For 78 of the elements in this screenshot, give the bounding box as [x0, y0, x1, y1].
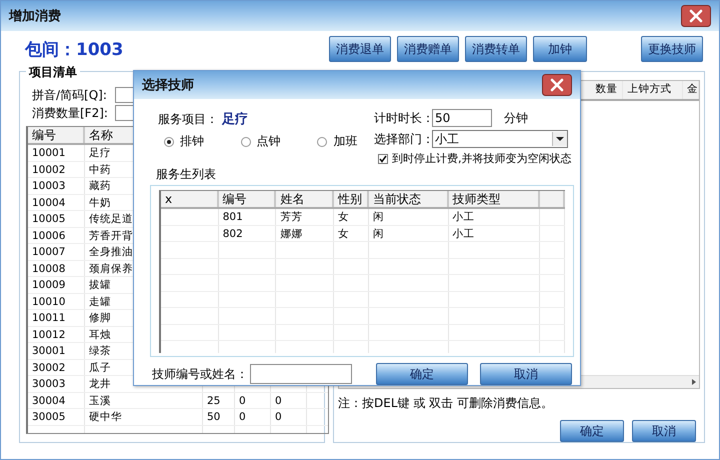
table-cell: 10004: [28, 194, 85, 210]
table-cell: 30004: [28, 392, 85, 408]
table-cell: 50: [203, 409, 235, 424]
dialog-button[interactable]: 取消: [480, 363, 572, 385]
note-text: 注：按DEL键 或 双击 可删除消费信息。: [338, 395, 554, 412]
dialog-button[interactable]: 确定: [560, 420, 624, 442]
change-technician-button[interactable]: 更换技师: [641, 36, 703, 62]
room-label: 包间：1003: [25, 38, 124, 60]
radio-button[interactable]: [164, 136, 174, 146]
table-cell: 小工: [448, 209, 540, 224]
table-cell: 硬中华: [85, 409, 203, 424]
table-cell: 0: [235, 392, 271, 408]
table-cell: 10010: [28, 294, 85, 309]
radio-button[interactable]: [240, 136, 251, 146]
field-label: 计时时长：: [374, 110, 428, 126]
table-cell: 0: [271, 409, 307, 424]
table-cell: 10012: [28, 326, 85, 342]
table-cell: 闲: [369, 226, 449, 241]
panel-title: 项目清单: [26, 64, 80, 81]
close-button[interactable]: [542, 74, 572, 96]
checkbox[interactable]: [378, 154, 388, 164]
table-cell: 女: [334, 209, 369, 224]
table-cell: 30005: [28, 409, 85, 424]
table-cell: 10009: [28, 277, 85, 292]
toolbar-button[interactable]: 加钟: [533, 36, 587, 62]
column-header: x: [161, 191, 219, 207]
toolbar-button[interactable]: 消费转单: [465, 36, 527, 62]
table-cell: 10007: [28, 244, 85, 260]
checkbox-label: 到时停止计费,并将技师变为空闲状态: [392, 151, 572, 166]
field-label: 消费数量[F2]:: [32, 104, 109, 122]
radio-label: 点钟: [256, 133, 281, 150]
column-header: 姓名: [276, 191, 334, 207]
table-cell: 10001: [28, 145, 85, 160]
table-cell: 小工: [448, 226, 540, 241]
field-label: 拼音/简码[Q]:: [32, 86, 108, 104]
table-cell: 0: [235, 409, 271, 424]
toolbar-button[interactable]: 消费退单: [329, 36, 391, 62]
dialog-title: 选择技师: [142, 77, 194, 94]
column-header: 性别: [334, 191, 369, 207]
column-header: 金: [683, 81, 699, 99]
column-header: 数量: [591, 81, 624, 99]
column-header: 当前状态: [369, 191, 449, 207]
table-cell: 10008: [28, 260, 85, 276]
table-cell: 女: [334, 226, 369, 241]
table-cell: 玉溪: [85, 392, 203, 408]
search-field[interactable]: [250, 364, 352, 384]
field-label: 选择部门：: [374, 130, 428, 148]
table-cell: 芳芳: [276, 209, 334, 224]
table-cell: 闲: [369, 209, 449, 224]
table-cell: 10002: [28, 162, 85, 177]
service-label: 服务项目：: [158, 110, 218, 128]
table-cell: 25: [203, 392, 235, 408]
table-cell: 802: [218, 226, 276, 241]
radio-label: 加班: [333, 133, 358, 150]
table-cell: 30002: [28, 360, 85, 375]
toolbar-button[interactable]: 消费赠单: [397, 36, 459, 62]
table-cell: 30003: [28, 376, 85, 392]
table-cell: 30001: [28, 343, 85, 358]
service-value: 足疗: [222, 110, 248, 128]
column-header: 编号: [28, 127, 85, 143]
window-title: 增加消费: [9, 8, 61, 25]
column-header: 上钟方式: [623, 81, 684, 99]
dialog-button[interactable]: 取消: [632, 420, 696, 442]
table-cell: 0: [271, 392, 307, 408]
close-button[interactable]: [681, 5, 711, 27]
duration-field[interactable]: 50: [432, 109, 492, 127]
table-cell: 10006: [28, 228, 85, 243]
table-cell: 10005: [28, 211, 85, 226]
table-cell: 801: [218, 209, 276, 224]
unit-label: 分钟: [504, 110, 528, 126]
column-header: 编号: [218, 191, 276, 207]
column-header: 技师类型: [448, 191, 540, 207]
table-cell: 10011: [28, 310, 85, 326]
dialog-button[interactable]: 确定: [376, 363, 468, 385]
table-cell: 娜娜: [276, 226, 334, 241]
table-cell: 10003: [28, 178, 85, 194]
department-dropdown[interactable]: 小工: [432, 130, 568, 148]
radio-button[interactable]: [317, 136, 328, 146]
